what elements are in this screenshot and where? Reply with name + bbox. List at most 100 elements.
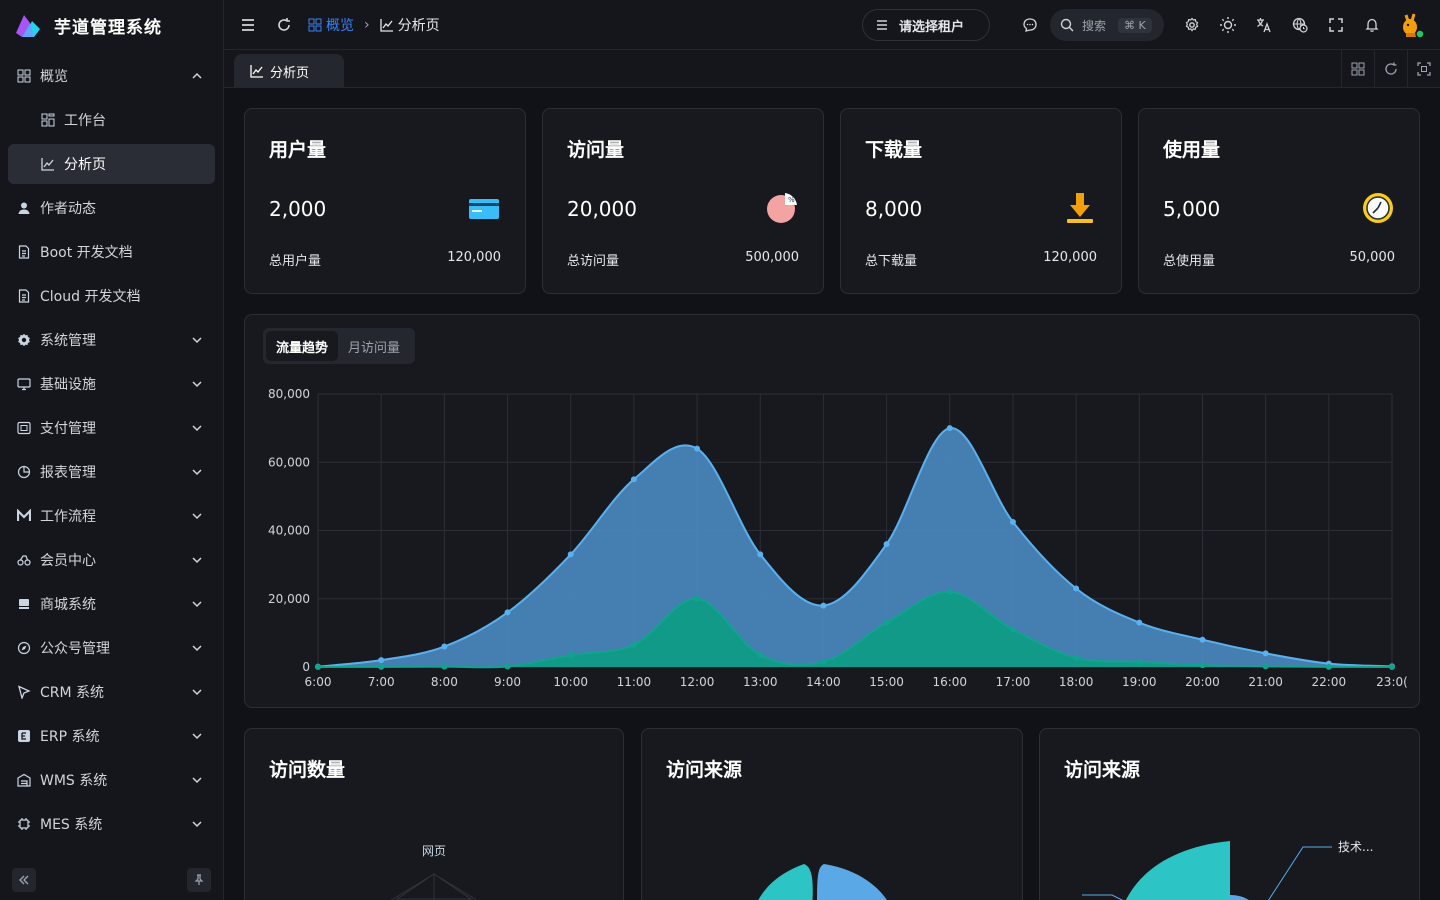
pie-slice-blue <box>1230 895 1249 900</box>
sidebar: 芋道管理系统 概览工作台分析页 作者动态 Boot 开发文档 Cloud 开发文档 系统… <box>0 0 224 900</box>
theme-toggle-button[interactable] <box>1210 7 1246 43</box>
refresh-button[interactable] <box>266 7 302 43</box>
data-point-0-10 <box>946 425 953 432</box>
data-point-0-8 <box>820 602 827 609</box>
menu-toggle-button[interactable] <box>230 7 266 43</box>
erp-icon <box>16 728 32 744</box>
avatar-icon <box>1403 13 1425 39</box>
chevron-down-icon <box>192 425 202 432</box>
search-shortcut: ⌘ K <box>1118 17 1152 33</box>
traffic-trend-chart: 0 20,000 40,000 60,000 80,000 6:00 7:00 8:00 9:0… <box>268 387 1408 689</box>
chevron-down-icon <box>192 821 202 828</box>
visit-source-card-2: 访问来源 技术... <box>1039 728 1420 900</box>
tab-overview-button[interactable] <box>1341 50 1374 88</box>
collapse-sidebar-button[interactable] <box>12 868 36 892</box>
chat-icon <box>1023 18 1037 32</box>
breadcrumb-analytics[interactable]: 分析页 <box>379 15 440 35</box>
sidebar-item-10[interactable]: 工作流程 <box>8 496 215 536</box>
pin-sidebar-button[interactable] <box>187 868 211 892</box>
timezone-button[interactable] <box>1282 7 1318 43</box>
notification-button[interactable] <box>1354 7 1390 43</box>
crm-icon <box>16 684 32 700</box>
sidebar-item-1[interactable]: 工作台 <box>8 100 215 140</box>
workflow-icon <box>16 508 32 524</box>
x-tick-label: 6:00 <box>305 675 332 689</box>
tab-refresh-button[interactable] <box>1374 50 1407 88</box>
chevron-down-icon <box>192 645 202 652</box>
sidebar-item-12[interactable]: 商城系统 <box>8 584 215 624</box>
sidebar-item-17[interactable]: MES 系统 <box>8 804 215 844</box>
x-tick-label: 14:00 <box>806 675 841 689</box>
chevron-down-icon <box>192 513 202 520</box>
chevron-down-icon <box>192 337 202 344</box>
breadcrumb-overview[interactable]: 概览 <box>308 15 354 35</box>
user-avatar[interactable] <box>1398 11 1426 39</box>
pie-chart: 技术... <box>1082 840 1373 900</box>
pie-slice-teal <box>1125 841 1230 900</box>
sidebar-item-9[interactable]: 报表管理 <box>8 452 215 492</box>
brand[interactable]: 芋道管理系统 <box>0 0 223 50</box>
sidebar-item-7[interactable]: 基础设施 <box>8 364 215 404</box>
tenant-select[interactable]: 请选择租户 <box>862 9 990 41</box>
chevron-down-icon <box>192 381 202 388</box>
y-tick-label: 0 <box>302 660 310 674</box>
data-point-1-2 <box>441 663 448 670</box>
sidebar-item-13[interactable]: 公众号管理 <box>8 628 215 668</box>
x-tick-label: 22:00 <box>1312 675 1347 689</box>
stat-card-users: 用户量 2,000 总用户量 120,000 <box>244 108 526 294</box>
data-point-0-13 <box>1136 619 1143 626</box>
y-tick-label: 40,000 <box>268 524 310 538</box>
sidebar-item-label: CRM 系统 <box>40 685 105 701</box>
radar-chart: 网页 <box>390 844 478 900</box>
tab-analytics[interactable]: 分析页 <box>234 54 344 88</box>
sidebar-item-11[interactable]: 会员中心 <box>8 540 215 580</box>
traffic-trend-card: 流量趋势 月访问量 0 20,000 40,000 60,000 80,000 6:00 7… <box>244 314 1420 708</box>
search-box[interactable]: 搜索 ⌘ K <box>1050 9 1164 41</box>
data-point-1-11 <box>1009 626 1016 633</box>
sidebar-item-label: 公众号管理 <box>40 641 110 657</box>
sidebar-item-label: 工作台 <box>64 113 106 129</box>
fullscreen-button[interactable] <box>1318 7 1354 43</box>
sidebar-item-label: Boot 开发文档 <box>40 245 133 261</box>
data-point-1-13 <box>1136 658 1143 665</box>
tab-maximize-button[interactable] <box>1407 50 1440 88</box>
sidebar-item-8[interactable]: 支付管理 <box>8 408 215 448</box>
donut-chart <box>758 864 887 900</box>
sidebar-item-5[interactable]: Cloud 开发文档 <box>8 276 215 316</box>
settings-button[interactable] <box>1174 7 1210 43</box>
data-point-1-8 <box>820 658 827 665</box>
tab-bar: 分析页 <box>224 50 1440 88</box>
sidebar-item-14[interactable]: CRM 系统 <box>8 672 215 712</box>
message-button[interactable] <box>1012 7 1048 43</box>
language-button[interactable] <box>1246 7 1282 43</box>
sidebar-item-0[interactable]: 概览 <box>8 56 215 96</box>
main-content: 用户量 2,000 总用户量 120,000 访问量 20,000 % 总访问量… <box>224 88 1440 900</box>
sidebar-item-6[interactable]: 系统管理 <box>8 320 215 360</box>
globe-clock-icon <box>1292 17 1308 33</box>
data-point-1-0 <box>315 663 321 670</box>
radar-label: 网页 <box>422 844 446 858</box>
x-tick-label: 17:00 <box>996 675 1031 689</box>
visit-count-card: 访问数量 网页 <box>244 728 624 900</box>
stat-card-usage: 使用量 5,000 总使用量 50,000 <box>1138 108 1420 294</box>
stat-value: 8,000 <box>865 197 923 221</box>
clock-icon <box>1361 191 1395 225</box>
x-tick-label: 8:00 <box>431 675 458 689</box>
maximize-icon <box>1417 62 1431 76</box>
store-icon <box>16 596 32 612</box>
translate-icon <box>1257 18 1271 33</box>
sidebar-item-4[interactable]: Boot 开发文档 <box>8 232 215 272</box>
x-tick-label: 15:00 <box>869 675 904 689</box>
x-tick-label: 16:00 <box>932 675 967 689</box>
sidebar-item-label: 工作流程 <box>40 509 96 525</box>
sidebar-item-3[interactable]: 作者动态 <box>8 188 215 228</box>
sidebar-item-label: WMS 系统 <box>40 773 108 789</box>
document-icon <box>16 244 32 260</box>
sidebar-item-2[interactable]: 分析页 <box>8 144 215 184</box>
sidebar-item-16[interactable]: WMS 系统 <box>8 760 215 800</box>
sidebar-item-15[interactable]: ERP 系统 <box>8 716 215 756</box>
list-icon <box>877 20 887 30</box>
x-tick-label: 19:00 <box>1122 675 1157 689</box>
double-chevron-left-icon <box>19 875 29 885</box>
visit-source-card-1: 访问来源 <box>641 728 1023 900</box>
